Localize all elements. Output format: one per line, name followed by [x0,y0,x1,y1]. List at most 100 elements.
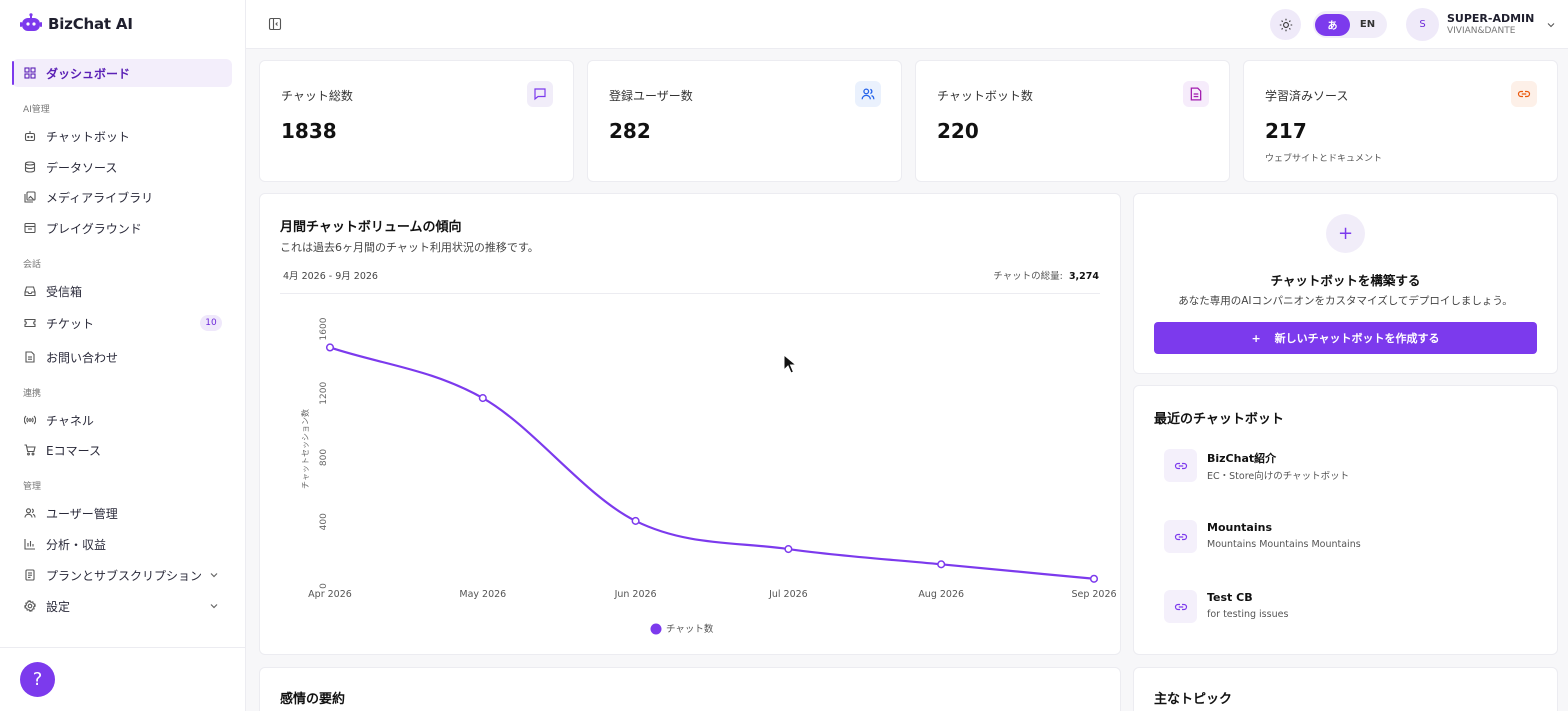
y-tick-label: 800 [319,449,329,466]
chatbot-name: Test CB [1207,591,1253,604]
sidebar-item-label: プレイグラウンド [46,221,142,236]
section-label-integration: 連携 [23,389,42,399]
sidebar-item-label: メディアライブラリ [46,190,154,205]
chatbot-name: Mountains [1207,521,1272,534]
database-icon [24,161,36,173]
sidebar-item-ecommerce[interactable]: Eコマース [12,436,232,464]
chevron-down-icon [1547,22,1555,27]
chat-icon [527,81,553,107]
x-tick-label: Sep 2026 [1071,589,1116,600]
language-switcher: あ EN [1313,11,1387,38]
sidebar-item-ticket[interactable]: チケット 10 [12,309,232,337]
lang-en-button[interactable]: EN [1350,14,1385,36]
sidebar-item-chatbot[interactable]: チャットボット [12,122,232,150]
plus-icon: + [1326,214,1365,253]
sidebar-item-inbox[interactable]: 受信箱 [12,277,232,305]
link-icon [1164,590,1197,623]
x-tick-label: May 2026 [459,589,506,600]
stat-subtext: ウェブサイトとドキュメント [1265,154,1383,164]
sidebar-item-settings[interactable]: 設定 [12,592,232,620]
stat-value: 220 [937,119,979,143]
y-tick-label: 400 [319,513,329,530]
user-org: VIVIAN&DANTE [1447,26,1516,36]
stat-value: 1838 [281,119,337,143]
sidebar-item-dashboard[interactable]: ダッシュボード [12,59,232,87]
sentiment-title: 感情の要約 [280,692,346,707]
chatbot-description: EC・Store向けのチャットボット [1207,471,1350,482]
stat-card-trained-sources: 学習済みソース 217 ウェブサイトとドキュメント [1243,60,1558,182]
sidebar-item-users[interactable]: ユーザー管理 [12,499,232,527]
y-tick-label: 1600 [319,317,329,340]
topics-title: 主なトピック [1154,692,1233,707]
user-name: SUPER-ADMIN [1447,12,1535,25]
build-chatbot-card: + チャットボットを構築する あなた専用のAIコンパニオンをカスタマイズしてデプ… [1133,193,1558,374]
link-icon [1511,81,1537,107]
bot-icon [24,130,36,142]
create-chatbot-button[interactable]: + 新しいチャットボットを作成する [1154,322,1537,354]
bar-chart-icon [24,538,36,550]
theme-toggle-button[interactable] [1270,9,1301,40]
sun-icon [1279,18,1292,31]
legend-swatch [650,623,662,635]
data-point [631,516,640,525]
chatbot-description: Mountains Mountains Mountains [1207,539,1361,550]
sidebar-item-plans[interactable]: プランとサブスクリプション [12,561,232,589]
plan-icon [24,569,36,581]
brand[interactable]: BizChat AI [20,12,133,36]
sidebar-item-label: ユーザー管理 [46,506,118,521]
ticket-count-badge: 10 [200,315,222,331]
stat-card-registered-users: 登録ユーザー数 282 [587,60,902,182]
sentiment-summary-card: 感情の要約 [259,667,1121,711]
chevron-down-icon [210,573,218,578]
list-item[interactable]: Test CB for testing issues [1164,586,1524,626]
x-tick-label: Aug 2026 [918,589,964,600]
sidebar-item-playground[interactable]: プレイグラウンド [12,214,232,242]
user-menu[interactable]: S SUPER-ADMIN VIVIAN&DANTE [1406,8,1556,41]
sidebar-item-media[interactable]: メディアライブラリ [12,183,232,211]
sidebar-item-contact[interactable]: お問い合わせ [12,343,232,371]
sidebar-item-label: プランとサブスクリプション [46,568,203,583]
data-point [478,394,487,403]
sidebar-item-label: ダッシュボード [46,66,131,81]
sidebar-toggle-icon[interactable] [268,17,282,31]
x-tick-label: Jul 2026 [768,589,808,600]
help-button[interactable]: ? [20,662,55,697]
sidebar-item-datasource[interactable]: データソース [12,153,232,181]
sidebar-item-channel[interactable]: チャネル [12,406,232,434]
stat-card-chatbots: チャットボット数 220 [915,60,1230,182]
sidebar-item-label: チャネル [46,413,94,428]
line-chart: 0 400 800 1200 1600 チャットセッション数 Apr 2026 May 202… [300,317,1117,635]
y-axis-label: チャットセッション数 [300,409,310,489]
brand-name: BizChat AI [48,15,133,33]
avatar: S [1406,8,1439,41]
sidebar-item-analytics[interactable]: 分析・収益 [12,530,232,558]
x-tick-label: Apr 2026 [308,589,352,600]
sidebar-footer: ? [0,647,246,711]
x-tick-label: Jun 2026 [614,589,657,600]
broadcast-icon [24,414,36,426]
sidebar-item-label: 設定 [46,599,71,614]
media-icon [24,191,36,203]
data-point [937,560,946,569]
list-item[interactable]: Mountains Mountains Mountains Mountains [1164,516,1524,556]
cta-title: チャットボットを構築する [1270,273,1421,288]
list-item[interactable]: BizChat紹介 EC・Store向けのチャットボット [1164,445,1524,485]
dashboard-icon [24,67,36,79]
recent-chatbots-title: 最近のチャットボット [1154,412,1284,427]
stat-label: 登録ユーザー数 [609,89,693,103]
document-icon [24,351,36,363]
section-label-conversation: 会話 [23,260,42,270]
lang-ja-button[interactable]: あ [1315,13,1350,36]
stat-value: 282 [609,119,651,143]
chatbot-description: for testing issues [1207,609,1289,620]
section-label-admin: 管理 [23,482,42,492]
users-icon [24,507,36,519]
bot-logo-icon [20,13,42,31]
legend-label: チャット数 [666,623,714,635]
y-tick-label: 0 [319,583,329,589]
stat-label: チャット総数 [281,89,353,103]
data-point [784,545,793,554]
document-icon [1183,81,1209,107]
sidebar-item-label: チケット [46,316,95,331]
top-header: あ EN S SUPER-ADMIN VIVIAN&DANTE [246,0,1568,49]
